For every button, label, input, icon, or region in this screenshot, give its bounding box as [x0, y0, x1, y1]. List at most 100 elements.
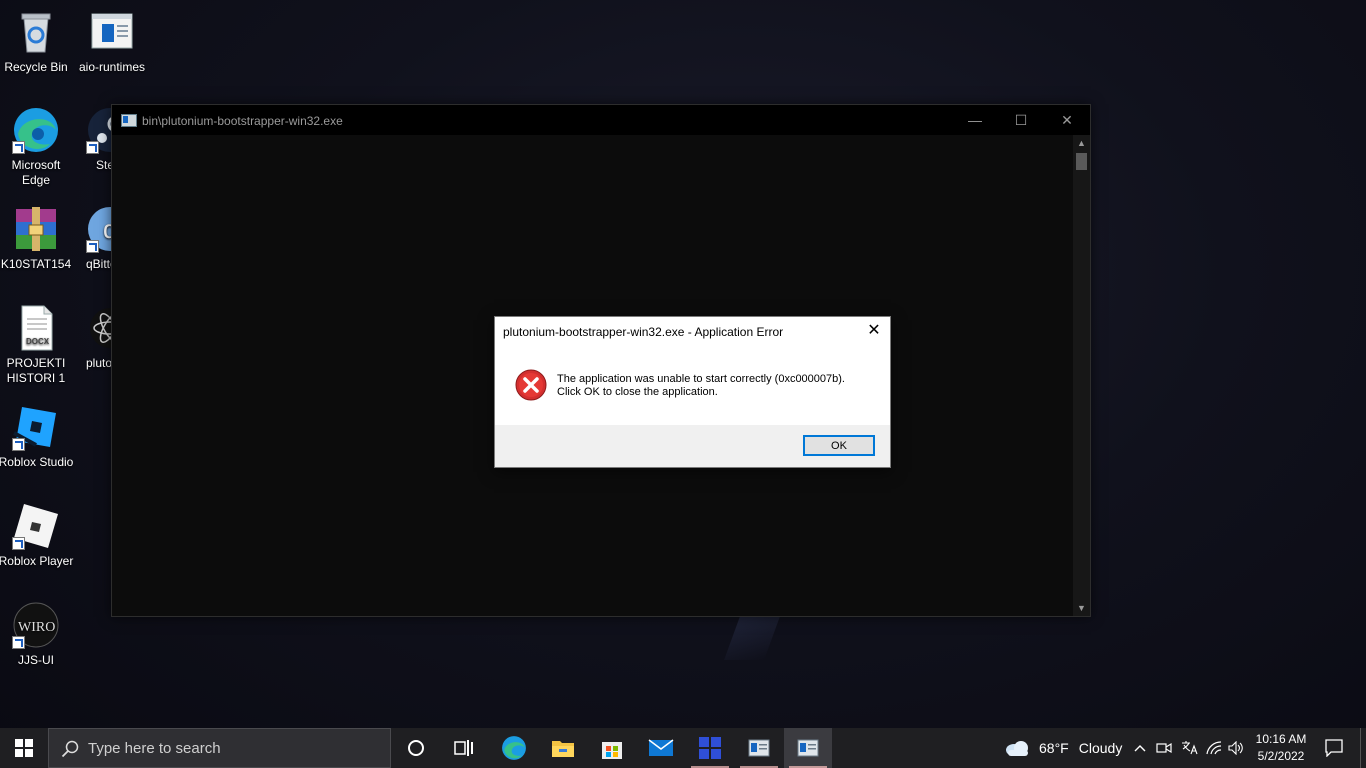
shortcut-arrow-icon	[12, 438, 25, 451]
task-view-button[interactable]	[440, 728, 488, 768]
desktop-icon-steam[interactable]: Ste	[74, 106, 114, 173]
dialog-title: plutonium-bootstrapper-win32.exe - Appli…	[503, 325, 784, 339]
desktop-icon-label: JJS-UI	[18, 653, 54, 667]
shortcut-arrow-icon	[12, 141, 25, 154]
weather-widget[interactable]: 68°F Cloudy	[1004, 728, 1124, 768]
taskbar-app-console-1[interactable]	[735, 728, 783, 768]
store-icon	[602, 742, 622, 759]
desktop-icon-label: qBitto	[86, 257, 114, 271]
desktop-icon-label: Roblox Player	[0, 554, 74, 568]
volume-button[interactable]	[1226, 728, 1246, 768]
dialog-close-button[interactable]: ✕	[864, 321, 884, 341]
weather-desc: Cloudy	[1078, 740, 1123, 756]
error-icon	[515, 369, 547, 401]
task-view-icon	[454, 740, 473, 756]
svg-text:DOCX: DOCX	[26, 337, 50, 346]
desktop-icon-label: Roblox Studio	[0, 455, 74, 469]
taskbar-app-console-2[interactable]	[784, 728, 832, 768]
shortcut-arrow-icon	[86, 240, 99, 253]
maximize-button[interactable]: ☐	[998, 105, 1044, 135]
edge-icon	[502, 736, 526, 760]
taskbar-app-edge[interactable]	[490, 728, 538, 768]
winrar-icon	[12, 205, 60, 253]
cortana-button[interactable]	[392, 728, 440, 768]
search-placeholder: Type here to search	[88, 740, 221, 757]
cloud-icon	[1006, 741, 1028, 756]
shortcut-arrow-icon	[12, 636, 25, 649]
plutonium-icon	[86, 304, 114, 352]
folder-icon	[552, 741, 574, 757]
speaker-icon	[1228, 741, 1243, 755]
taskbar-app-mail[interactable]	[637, 728, 685, 768]
console-app-icon	[748, 739, 770, 757]
desktop-icon-label: Ste	[96, 158, 114, 172]
desktop-icon-label: pluto	[85, 356, 113, 370]
desktop-icon-label: PROJEKTI HISTORI 1	[6, 356, 66, 385]
desktop-icon-k10stat154[interactable]: K10STAT154	[0, 205, 74, 272]
shortcut-arrow-icon	[12, 537, 25, 550]
edge-icon	[12, 106, 60, 154]
desktop-icon-label: K10STAT154	[0, 257, 72, 271]
meet-now-button[interactable]	[1154, 728, 1174, 768]
scroll-thumb[interactable]	[1076, 153, 1087, 170]
roblox-player-icon	[12, 502, 60, 550]
application-error-dialog[interactable]: plutonium-bootstrapper-win32.exe - Appli…	[494, 316, 891, 468]
console-titlebar[interactable]: bin\plutonium-bootstrapper-win32.exe — ☐…	[112, 105, 1090, 135]
windows-logo-icon	[15, 739, 33, 757]
weather-temp: 68°F	[1039, 740, 1069, 756]
network-button[interactable]	[1203, 728, 1225, 768]
desktop-icon-label: Microsoft Edge	[11, 158, 61, 187]
qbittorrent-icon: q	[86, 205, 114, 253]
recycle-bin-icon	[12, 8, 60, 56]
scroll-down-arrow-icon[interactable]: ▼	[1073, 600, 1090, 616]
desktop-icon-aio-runtimes[interactable]: aio-runtimes	[74, 8, 150, 75]
steam-icon	[86, 106, 114, 154]
desktop-icon-roblox-studio[interactable]: Roblox Studio	[0, 403, 74, 470]
desktop-icon-label: Recycle Bin	[4, 60, 68, 74]
desktop-icon-projekti-histori[interactable]: DOCX PROJEKTI HISTORI 1	[0, 304, 74, 386]
taskbar-search-box[interactable]: Type here to search	[48, 728, 391, 768]
notification-icon	[1325, 739, 1343, 757]
clock-date: 5/2/2022	[1257, 749, 1305, 763]
mail-icon	[648, 739, 674, 756]
taskbar-app-file-explorer[interactable]	[539, 728, 587, 768]
console-app-icon	[797, 739, 819, 757]
docx-icon: DOCX	[12, 304, 60, 352]
taskbar-app-blue-grid[interactable]	[686, 728, 734, 768]
show-hidden-icons-button[interactable]	[1130, 728, 1150, 768]
show-desktop-button[interactable]	[1360, 728, 1366, 768]
desktop-icon-plutonium[interactable]: pluto	[74, 304, 114, 371]
ok-button[interactable]: OK	[803, 435, 875, 456]
clock-time: 10:16 AM	[1255, 732, 1307, 746]
cortana-circle-icon	[408, 740, 424, 756]
camera-icon	[1156, 742, 1172, 754]
svg-text:WIRO: WIRO	[18, 620, 55, 635]
roblox-studio-icon	[12, 403, 60, 451]
console-scrollbar[interactable]: ▲ ▼	[1073, 135, 1090, 616]
jjs-ui-icon: WIRO	[12, 601, 60, 649]
desktop-icon-label: aio-runtimes	[78, 60, 146, 74]
desktop-icon-qbittorrent[interactable]: q qBitto	[74, 205, 114, 272]
language-icon	[1182, 741, 1198, 755]
dialog-message-line1: The application was unable to start corr…	[557, 373, 845, 385]
dialog-message-line2: Click OK to close the application.	[557, 386, 718, 398]
start-button[interactable]	[0, 728, 48, 768]
scroll-up-arrow-icon[interactable]: ▲	[1073, 135, 1090, 151]
minimize-button[interactable]: —	[952, 105, 998, 135]
console-title: bin\plutonium-bootstrapper-win32.exe	[142, 114, 343, 128]
input-language-button[interactable]	[1178, 728, 1200, 768]
shortcut-arrow-icon	[86, 141, 99, 154]
dialog-message: The application was unable to start corr…	[557, 373, 845, 399]
dialog-footer: OK	[495, 425, 890, 467]
desktop-icon-microsoft-edge[interactable]: Microsoft Edge	[0, 106, 74, 188]
installer-icon	[88, 8, 136, 56]
taskbar-app-store[interactable]	[588, 728, 636, 768]
close-button[interactable]: ✕	[1044, 105, 1090, 135]
notification-center-button[interactable]	[1316, 728, 1352, 768]
desktop-icon-jjs-ui[interactable]: WIRO JJS-UI	[0, 601, 74, 668]
desktop-icon-roblox-player[interactable]: Roblox Player	[0, 502, 74, 569]
taskbar-clock[interactable]: 10:16 AM 5/2/2022	[1248, 731, 1314, 765]
desktop-icon-recycle-bin[interactable]: Recycle Bin	[0, 8, 74, 75]
chevron-up-icon	[1134, 745, 1146, 752]
wifi-icon	[1206, 741, 1222, 755]
